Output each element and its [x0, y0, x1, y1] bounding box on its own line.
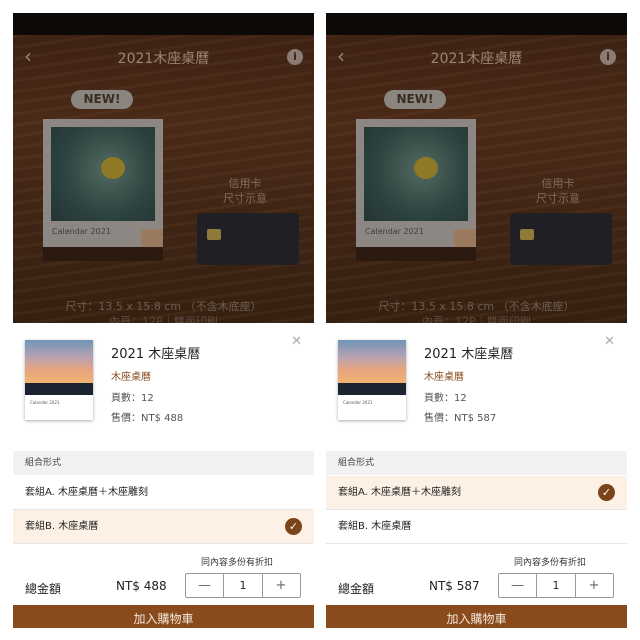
purchase-sheet: Calendar 2021 ✕ 2021 木座桌曆 木座桌曆 頁數：12 售價：… [13, 323, 314, 628]
product-price: 售價：NT$ 488 [111, 413, 184, 424]
combo-option-b[interactable]: 套組B. 木座桌曆 ✓ [13, 510, 314, 543]
wood-stand [356, 247, 476, 261]
plus-icon[interactable]: + [575, 574, 613, 597]
credit-card-illustration [510, 213, 612, 265]
quantity-stepper: — 1 + [498, 573, 614, 598]
new-badge: NEW! [71, 90, 133, 109]
total-amount: NT$ 488 [116, 579, 167, 593]
info-icon[interactable]: i [287, 49, 303, 65]
info-icon[interactable]: i [600, 49, 616, 65]
product-title: 2021 木座桌曆 [111, 347, 201, 362]
minus-icon[interactable]: — [499, 574, 536, 597]
status-bar [13, 13, 314, 35]
card-label: 信用卡 尺寸示意 [536, 177, 580, 205]
combo-option-b[interactable]: 套組B. 木座桌曆 [326, 510, 627, 543]
product-panel-right: ‹ 2021木座桌曆 i NEW! Calendar 2021 信用卡 尺寸示意… [326, 13, 627, 628]
total-label: 總金額 [25, 582, 62, 596]
dimension-text: 尺寸：13.5 x 15.8 cm （不含木底座） [65, 300, 262, 313]
purchase-sheet: Calendar 2021 ✕ 2021 木座桌曆 木座桌曆 頁數：12 售價：… [326, 323, 627, 628]
page-title: 2021木座桌曆 [430, 51, 523, 67]
quantity-value[interactable]: 1 [223, 574, 263, 597]
calendar-photo: Calendar 2021 [356, 119, 476, 247]
total-amount: NT$ 587 [429, 579, 480, 593]
discount-note: 同內容多份有折扣 [201, 558, 274, 568]
new-badge: NEW! [384, 90, 446, 109]
close-icon[interactable]: ✕ [291, 334, 302, 349]
dimension-text-2: 內頁：12P｜雙面印刷 [422, 315, 531, 323]
calendar-text: Calendar 2021 [52, 227, 111, 236]
combo-heading: 組合形式 [326, 451, 627, 475]
combo-option-a[interactable]: 套組A. 木座桌曆＋木座雕刻 [13, 476, 314, 509]
quantity-value[interactable]: 1 [536, 574, 576, 597]
dimension-text-2: 內頁：12P｜雙面印刷 [109, 315, 218, 323]
discount-note: 同內容多份有折扣 [514, 558, 587, 568]
add-to-cart-button[interactable]: 加入購物車 [326, 605, 627, 628]
combo-option-a[interactable]: 套組A. 木座桌曆＋木座雕刻 ✓ [326, 476, 627, 509]
card-label: 信用卡 尺寸示意 [223, 177, 267, 205]
calendar-photo: Calendar 2021 [43, 119, 163, 247]
product-price: 售價：NT$ 587 [424, 413, 497, 424]
close-icon[interactable]: ✕ [604, 334, 615, 349]
wood-stand [43, 247, 163, 261]
check-circle-icon: ✓ [598, 484, 615, 501]
product-thumbnail: Calendar 2021 [338, 340, 406, 420]
product-pages: 頁數：12 [111, 393, 154, 404]
product-panel-left: ‹ 2021木座桌曆 i NEW! Calendar 2021 信用卡 尺寸示意… [13, 13, 314, 628]
calendar-text: Calendar 2021 [365, 227, 424, 236]
product-title: 2021 木座桌曆 [424, 347, 514, 362]
plus-icon[interactable]: + [262, 574, 300, 597]
product-subtitle: 木座桌曆 [424, 372, 464, 383]
combo-heading: 組合形式 [13, 451, 314, 475]
product-subtitle: 木座桌曆 [111, 372, 151, 383]
credit-card-illustration [197, 213, 299, 265]
quantity-stepper: — 1 + [185, 573, 301, 598]
minus-icon[interactable]: — [186, 574, 223, 597]
camera-stamp-icon [454, 229, 476, 247]
check-circle-icon: ✓ [285, 518, 302, 535]
product-pages: 頁數：12 [424, 393, 467, 404]
status-bar [326, 13, 627, 35]
dimension-text: 尺寸：13.5 x 15.8 cm （不含木底座） [378, 300, 575, 313]
product-thumbnail: Calendar 2021 [25, 340, 93, 420]
add-to-cart-button[interactable]: 加入購物車 [13, 605, 314, 628]
total-label: 總金額 [338, 582, 375, 596]
camera-stamp-icon [141, 229, 163, 247]
page-title: 2021木座桌曆 [117, 51, 210, 67]
